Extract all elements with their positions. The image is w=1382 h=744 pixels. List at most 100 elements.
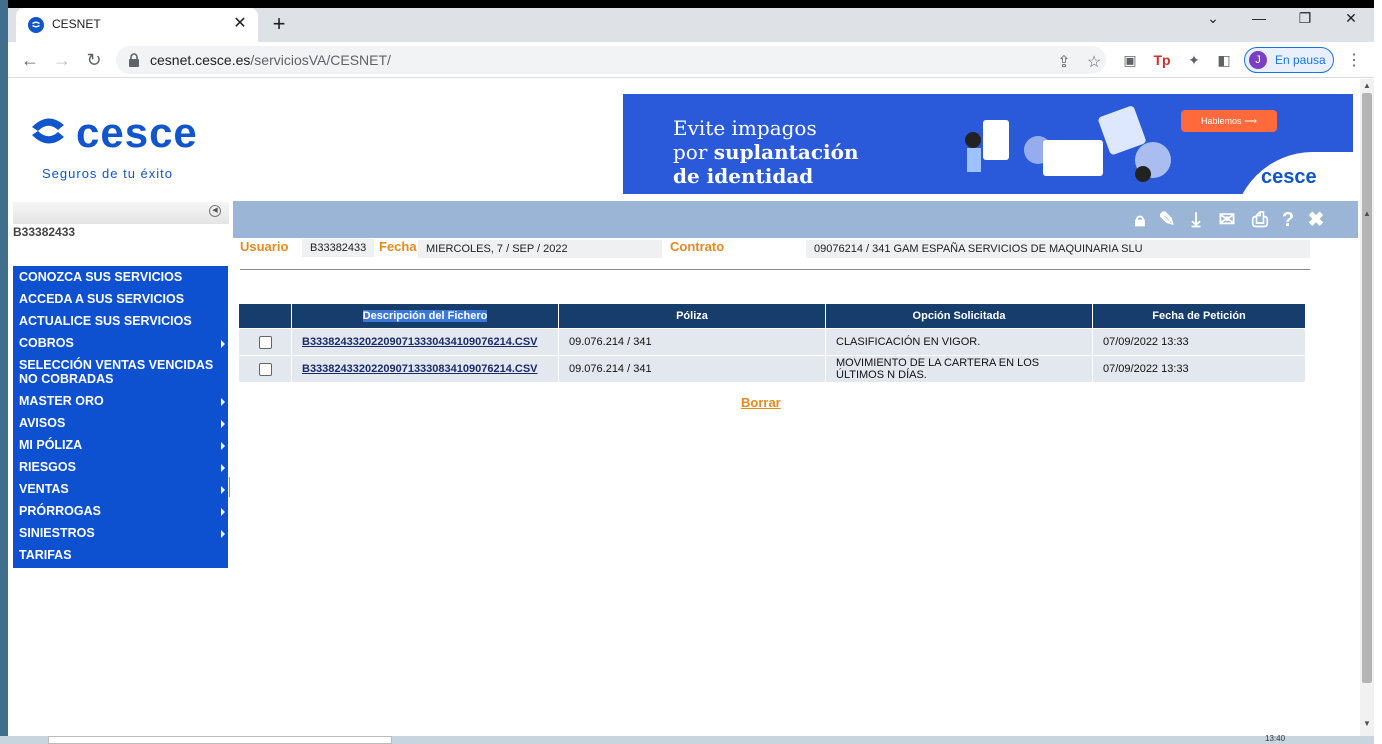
taskbar: 13:40 <box>0 734 1374 744</box>
row-select-cell <box>239 356 291 382</box>
contrato-value: 09076214 / 341 GAM ESPAÑA SERVICIOS DE M… <box>806 240 1310 260</box>
select-column-header <box>239 304 291 328</box>
fecha-cell: 07/09/2022 13:33 <box>1093 329 1305 355</box>
url-path: /serviciosVA/CESNET/ <box>250 52 391 68</box>
print-icon[interactable]: ⎙ <box>1249 209 1271 231</box>
opcion-cell: CLASIFICACIÓN EN VIGOR. <box>826 329 1092 355</box>
avatar: J <box>1249 51 1267 69</box>
sidebar-item-3[interactable]: COBROS <box>13 332 228 354</box>
banner-line-2: por suplantación <box>673 140 859 164</box>
hablemos-button[interactable]: Hablemos ⟶ <box>1181 110 1277 132</box>
profile-button[interactable]: J En pausa <box>1244 47 1334 73</box>
sidebar-item-0[interactable]: CONOZCA SUS SERVICIOS <box>13 266 228 288</box>
sidebar-item-label: SINIESTROS <box>19 526 95 540</box>
sidebar-item-label: AVISOS <box>19 416 66 430</box>
new-tab-button[interactable]: + <box>266 12 292 38</box>
ad-banner[interactable]: Evite impagos por suplantación de identi… <box>623 94 1353 194</box>
browser-toolbar: ← → ↻ cesnet.cesce.es/serviciosVA/CESNET… <box>8 42 1374 78</box>
extensions-icon[interactable]: ✦ <box>1184 50 1204 70</box>
mail-icon[interactable]: ✉ <box>1214 209 1240 231</box>
col-fecha[interactable]: Fecha de Petición <box>1093 304 1305 328</box>
col-poliza[interactable]: Póliza <box>559 304 825 328</box>
sidebar-user-id: B33382433 <box>13 225 76 239</box>
sidebar-item-1[interactable]: ACCEDA A SUS SERVICIOS <box>13 288 228 310</box>
borrar-link[interactable]: Borrar <box>741 395 781 410</box>
close-window-button[interactable]: ✕ <box>1328 10 1374 27</box>
minimize-button[interactable]: — <box>1236 10 1282 26</box>
table-row: B33382433202209071333083410907621​4.CSV 0… <box>239 356 1305 382</box>
sidebar-item-9[interactable]: VENTAS <box>13 478 228 500</box>
sidebar-item-8[interactable]: RIESGOS <box>13 456 228 478</box>
cesce-favicon-icon <box>28 17 44 33</box>
address-bar[interactable]: cesnet.cesce.es/serviciosVA/CESNET/ ⇪ ☆ <box>116 46 1106 74</box>
contrato-value-text: 09076214 / 341 GAM ESPAÑA SERVICIOS DE M… <box>806 240 1310 258</box>
menu-dots-icon[interactable]: ⋮ <box>1346 50 1362 70</box>
submenu-arrow-icon <box>221 340 225 348</box>
sidebar-item-5[interactable]: MASTER ORO <box>13 390 228 412</box>
page-scrollbar[interactable]: ▲ ▲ ▼ <box>1360 79 1374 744</box>
side-panel-icon[interactable]: ◧ <box>1214 50 1234 70</box>
file-link[interactable]: B33382433202209071333083410907621​4.CSV <box>302 363 538 375</box>
sidebar-item-label: ACCEDA A SUS SERVICIOS <box>19 292 185 306</box>
row-checkbox[interactable] <box>258 335 272 349</box>
scroll-down-icon[interactable]: ▼ <box>1362 719 1372 728</box>
sidebar-item-label: SELECCIÓN VENTAS VENCIDAS NO COBRADAS <box>19 358 214 386</box>
sidebar-item-2[interactable]: ACTUALICE SUS SERVICIOS <box>13 310 228 332</box>
share-icon[interactable]: ⇪ <box>1054 52 1074 72</box>
inner-scroll-up-icon[interactable]: ▲ <box>1362 209 1372 218</box>
usuario-value: B33382433 <box>302 239 375 260</box>
usuario-label: Usuario <box>240 239 288 259</box>
tp-extension-icon[interactable]: Tp <box>1152 50 1172 70</box>
scrollbar-thumb[interactable] <box>1362 93 1372 683</box>
tab-cesnet[interactable]: CESNET ✕ <box>16 8 258 42</box>
sidebar-resize-handle[interactable] <box>229 477 230 497</box>
sidebar-item-label: RIESGOS <box>19 460 76 474</box>
help-icon[interactable]: ? <box>1277 209 1299 231</box>
star-icon[interactable]: ☆ <box>1084 52 1104 72</box>
sidebar-header: ◀ <box>13 202 229 224</box>
banner-line-1: Evite impagos <box>673 116 817 140</box>
file-cell: B33382433202209071333043410907621​4.CSV <box>292 329 558 355</box>
download-icon[interactable]: ⤓ <box>1185 209 1207 231</box>
scroll-up-icon[interactable]: ▲ <box>1362 81 1372 90</box>
submenu-arrow-icon <box>221 486 225 494</box>
col-opcion[interactable]: Opción Solicitada <box>826 304 1092 328</box>
sidebar-item-4[interactable]: SELECCIÓN VENTAS VENCIDAS NO COBRADAS <box>13 354 228 390</box>
forward-icon[interactable]: → <box>50 48 74 72</box>
lock-icon[interactable]: 🔒︎ <box>1129 209 1151 231</box>
content-toolbar: 🔒︎ ✎ ⤓ ✉ ⎙ ? ✖ <box>233 201 1358 238</box>
close-icon[interactable]: ✖ <box>1305 209 1327 231</box>
back-icon[interactable]: ← <box>18 48 42 72</box>
sidebar-item-11[interactable]: SINIESTROS <box>13 522 228 544</box>
row-select-cell <box>239 329 291 355</box>
reload-icon[interactable]: ↻ <box>82 48 106 72</box>
cesce-logo[interactable]: cesce Seguros de tu éxito <box>28 109 218 189</box>
chevron-down-icon[interactable]: ⌄ <box>1190 10 1236 27</box>
sidebar-item-6[interactable]: AVISOS <box>13 412 228 434</box>
col-descripcion-label: Descripción del Fichero <box>362 310 488 322</box>
desktop-edge <box>0 0 8 744</box>
logo-tagline: Seguros de tu éxito <box>42 166 174 181</box>
file-link[interactable]: B33382433202209071333043410907621​4.CSV <box>302 336 538 348</box>
collapse-sidebar-icon[interactable]: ◀ <box>209 205 221 217</box>
reader-icon[interactable]: ▣ <box>1120 50 1140 70</box>
banner-line-3: de identidad <box>673 164 814 188</box>
sidebar-item-12[interactable]: TARIFAS <box>13 544 228 566</box>
restore-button[interactable]: ❐ <box>1282 10 1328 27</box>
col-descripcion[interactable]: Descripción del Fichero <box>292 304 558 328</box>
fecha-label: Fecha <box>379 239 417 259</box>
divider <box>240 269 1310 270</box>
tab-title: CESNET <box>52 17 101 31</box>
file-cell: B33382433202209071333083410907621​4.CSV <box>292 356 558 382</box>
sidebar-item-label: CONOZCA SUS SERVICIOS <box>19 270 183 284</box>
edit-icon[interactable]: ✎ <box>1156 209 1178 231</box>
submenu-arrow-icon <box>221 398 225 406</box>
sidebar-item-label: TARIFAS <box>19 548 72 562</box>
row-checkbox[interactable] <box>258 362 272 376</box>
sidebar-item-label: VENTAS <box>19 482 69 496</box>
taskbar-window[interactable] <box>48 736 392 744</box>
tab-close-icon[interactable]: ✕ <box>230 14 250 34</box>
sidebar-item-label: PRÓRROGAS <box>19 504 101 518</box>
sidebar-item-7[interactable]: MI PÓLIZA <box>13 434 228 456</box>
sidebar-item-10[interactable]: PRÓRROGAS <box>13 500 228 522</box>
